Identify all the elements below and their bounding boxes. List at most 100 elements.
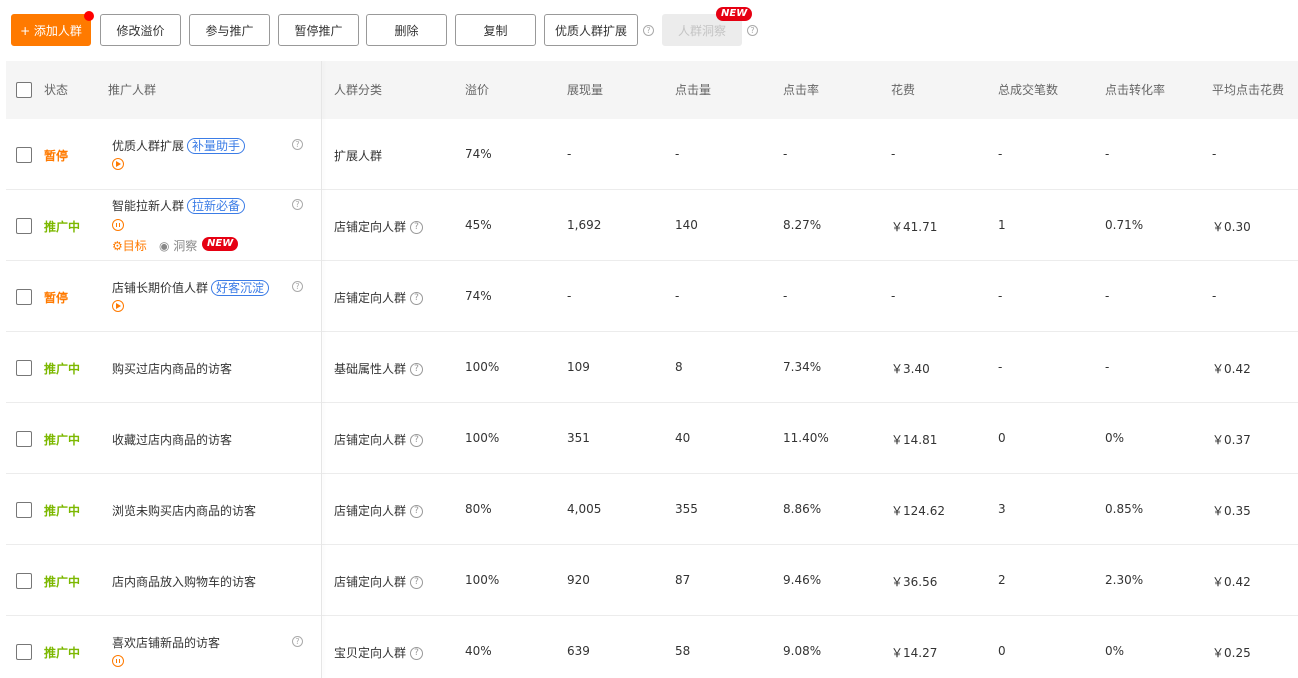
clicks-cell: 140 xyxy=(675,218,698,232)
play-icon[interactable] xyxy=(112,300,124,312)
premium-cell[interactable]: 45% xyxy=(465,218,492,232)
help-icon[interactable]: ? xyxy=(292,139,303,150)
row-checkbox[interactable] xyxy=(16,289,32,305)
help-icon[interactable]: ? xyxy=(410,221,423,234)
crowd-name[interactable]: 收藏过店内商品的访客 xyxy=(112,431,232,448)
category-cell: 店铺定向人群? xyxy=(334,431,423,448)
cvr-cell: - xyxy=(1105,147,1109,161)
edit-premium-button[interactable]: 修改溢价 xyxy=(100,14,181,46)
avg-cpc-cell: ￥0.37 xyxy=(1212,431,1251,448)
help-icon[interactable]: ? xyxy=(292,281,303,292)
col-cost: 花费 xyxy=(891,61,915,119)
toolbar: + 添加人群 修改溢价 参与推广 暂停推广 删除 复制 优质人群扩展 ? 人群洞… xyxy=(0,0,1298,60)
frozen-column-divider xyxy=(321,61,322,678)
row-checkbox[interactable] xyxy=(16,644,32,660)
cvr-cell: 0% xyxy=(1105,644,1124,658)
help-icon[interactable]: ? xyxy=(292,199,303,210)
status-badge: 推广中 xyxy=(44,644,80,661)
insight-label: 洞察 xyxy=(173,239,197,253)
premium-cell[interactable]: 74% xyxy=(465,147,492,161)
help-icon[interactable]: ? xyxy=(643,25,654,36)
pause-icon[interactable] xyxy=(112,219,124,231)
cost-cell: ￥14.27 xyxy=(891,644,937,661)
crowd-name-cell: 智能拉新人群拉新必备 xyxy=(112,197,245,214)
table-header: 状态 推广人群 人群分类 溢价 展现量 点击量 点击率 花费 总成交笔数 点击转… xyxy=(6,61,1298,119)
row-checkbox[interactable] xyxy=(16,360,32,376)
premium-cell[interactable]: 74% xyxy=(465,289,492,303)
category-label: 基础属性人群 xyxy=(334,362,406,376)
orders-cell: 1 xyxy=(998,218,1006,232)
crowd-table: 状态 推广人群 人群分类 溢价 展现量 点击量 点击率 花费 总成交笔数 点击转… xyxy=(6,61,1298,678)
cost-cell: - xyxy=(891,289,895,303)
cost-cell: ￥14.81 xyxy=(891,431,937,448)
premium-cell[interactable]: 100% xyxy=(465,431,499,445)
help-icon[interactable]: ? xyxy=(410,363,423,376)
row-checkbox[interactable] xyxy=(16,502,32,518)
avg-cpc-cell: - xyxy=(1212,147,1216,161)
table-row[interactable]: 推广中 购买过店内商品的访客 基础属性人群? 100% 109 8 7.34% … xyxy=(6,332,1298,403)
impressions-cell: 4,005 xyxy=(567,502,601,516)
orders-cell: - xyxy=(998,147,1002,161)
ctr-cell: 9.46% xyxy=(783,573,821,587)
cost-cell: ￥41.71 xyxy=(891,218,937,235)
add-crowd-label: + 添加人群 xyxy=(20,22,82,39)
help-icon[interactable]: ? xyxy=(410,292,423,305)
new-badge: NEW xyxy=(202,237,238,251)
premium-cell[interactable]: 100% xyxy=(465,573,499,587)
premium-cell[interactable]: 80% xyxy=(465,502,492,516)
category-cell: 宝贝定向人群? xyxy=(334,644,423,661)
status-badge: 推广中 xyxy=(44,360,80,377)
table-row[interactable]: 推广中 喜欢店铺新品的访客 ? 宝贝定向人群? 40% 639 58 9.08%… xyxy=(6,616,1298,678)
status-badge: 推广中 xyxy=(44,218,80,235)
ctr-cell: 8.86% xyxy=(783,502,821,516)
quality-crowd-expand-button[interactable]: 优质人群扩展 xyxy=(544,14,638,46)
orders-cell: 3 xyxy=(998,502,1006,516)
table-row[interactable]: 暂停 店铺长期价值人群好客沉淀 ? 店铺定向人群? 74% - - - - - … xyxy=(6,261,1298,332)
row-checkbox[interactable] xyxy=(16,431,32,447)
ctr-cell: 8.27% xyxy=(783,218,821,232)
insight-link[interactable]: ◉ 洞察 xyxy=(159,237,197,254)
crowd-name[interactable]: 购买过店内商品的访客 xyxy=(112,360,232,377)
table-row[interactable]: 推广中 浏览未购买店内商品的访客 店铺定向人群? 80% 4,005 355 8… xyxy=(6,474,1298,545)
help-icon[interactable]: ? xyxy=(410,576,423,589)
category-label: 宝贝定向人群 xyxy=(334,646,406,660)
pause-promotion-button[interactable]: 暂停推广 xyxy=(278,14,359,46)
row-checkbox[interactable] xyxy=(16,573,32,589)
table-row[interactable]: 暂停 优质人群扩展补量助手 ? 扩展人群 74% - - - - - - - xyxy=(6,119,1298,190)
crowd-name[interactable]: 店铺长期价值人群 xyxy=(112,281,208,295)
row-checkbox[interactable] xyxy=(16,147,32,163)
table-row[interactable]: 推广中 店内商品放入购物车的访客 店铺定向人群? 100% 920 87 9.4… xyxy=(6,545,1298,616)
crowd-name[interactable]: 优质人群扩展 xyxy=(112,139,184,153)
col-premium: 溢价 xyxy=(465,61,489,119)
category-cell: 店铺定向人群? xyxy=(334,573,423,590)
goal-link[interactable]: ⚙目标 xyxy=(112,237,147,254)
copy-button[interactable]: 复制 xyxy=(455,14,536,46)
cost-cell: ￥124.62 xyxy=(891,502,945,519)
table-row[interactable]: 推广中 收藏过店内商品的访客 店铺定向人群? 100% 351 40 11.40… xyxy=(6,403,1298,474)
premium-cell[interactable]: 100% xyxy=(465,360,499,374)
table-row[interactable]: 推广中 智能拉新人群拉新必备 ⚙目标 ◉ 洞察 NEW ? 店铺定向人群? 45… xyxy=(6,190,1298,261)
status-badge: 推广中 xyxy=(44,573,80,590)
cost-cell: ￥36.56 xyxy=(891,573,937,590)
play-icon[interactable] xyxy=(112,158,124,170)
help-icon[interactable]: ? xyxy=(747,25,758,36)
impressions-cell: 920 xyxy=(567,573,590,587)
help-icon[interactable]: ? xyxy=(410,647,423,660)
help-icon[interactable]: ? xyxy=(410,434,423,447)
avg-cpc-cell: ￥0.25 xyxy=(1212,644,1251,661)
premium-cell[interactable]: 40% xyxy=(465,644,492,658)
join-promotion-button[interactable]: 参与推广 xyxy=(189,14,270,46)
crowd-name[interactable]: 浏览未购买店内商品的访客 xyxy=(112,502,256,519)
select-all-checkbox[interactable] xyxy=(16,82,32,98)
help-icon[interactable]: ? xyxy=(292,636,303,647)
crowd-name[interactable]: 店内商品放入购物车的访客 xyxy=(112,573,256,590)
crowd-name[interactable]: 喜欢店铺新品的访客 xyxy=(112,634,220,651)
notification-dot xyxy=(84,11,94,21)
row-checkbox[interactable] xyxy=(16,218,32,234)
help-icon[interactable]: ? xyxy=(410,505,423,518)
add-crowd-button[interactable]: + 添加人群 xyxy=(11,14,91,46)
pause-icon[interactable] xyxy=(112,655,124,667)
delete-button[interactable]: 删除 xyxy=(366,14,447,46)
crowd-name[interactable]: 智能拉新人群 xyxy=(112,199,184,213)
crowd-tag: 补量助手 xyxy=(187,138,245,154)
